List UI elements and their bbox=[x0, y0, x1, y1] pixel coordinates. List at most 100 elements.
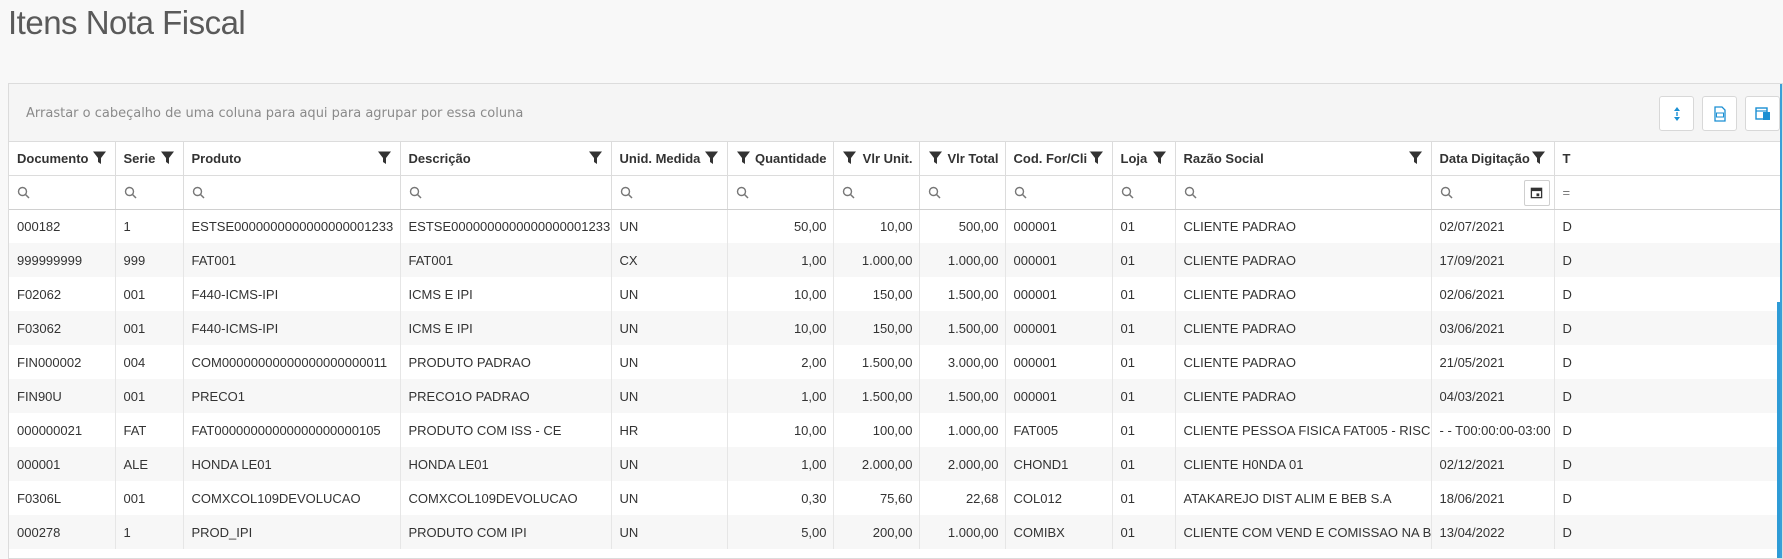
table-cell: 1.000,00 bbox=[919, 243, 1006, 277]
table-cell: 1.500,00 bbox=[919, 311, 1006, 345]
filter-icon[interactable] bbox=[928, 150, 943, 165]
table-cell: CLIENTE PADRAO bbox=[1175, 379, 1432, 413]
filter-icon[interactable] bbox=[1408, 150, 1423, 165]
column-header[interactable]: Cod. For/Cli bbox=[1005, 142, 1113, 176]
column-chooser-button[interactable] bbox=[1745, 96, 1780, 131]
column-header-label: Loja bbox=[1120, 150, 1148, 166]
filter-icon[interactable] bbox=[704, 150, 719, 165]
filter-icon[interactable] bbox=[92, 150, 107, 165]
table-row[interactable]: FIN90U 001 PRECO1 PRECO1O PADRAO UN 1,00 1.500… bbox=[9, 379, 1782, 413]
table-cell: 1.500,00 bbox=[919, 277, 1006, 311]
column-filter-cell[interactable] bbox=[1431, 175, 1555, 210]
column-filter-cell[interactable] bbox=[115, 175, 184, 210]
column-header[interactable]: Razão Social bbox=[1175, 142, 1432, 176]
csv-file-icon bbox=[1713, 105, 1726, 122]
table-row[interactable]: 000182 1 ESTSE0000000000000000001233 ESTSE0… bbox=[9, 209, 1782, 243]
table-cell: D bbox=[1554, 345, 1782, 379]
column-header[interactable]: Descrição bbox=[400, 142, 612, 176]
column-filter-cell[interactable] bbox=[9, 175, 116, 210]
table-cell: UN bbox=[611, 209, 728, 243]
column-filter-cell[interactable] bbox=[611, 175, 728, 210]
filter-row: = bbox=[9, 175, 1782, 210]
table-cell: 1.500,00 bbox=[833, 345, 920, 379]
filter-icon[interactable] bbox=[377, 150, 392, 165]
table-cell: 0,30 bbox=[727, 481, 834, 515]
search-icon bbox=[1440, 186, 1453, 199]
search-icon bbox=[124, 186, 137, 199]
table-cell: HONDA LE01 bbox=[183, 447, 401, 481]
column-filter-cell[interactable] bbox=[727, 175, 834, 210]
filter-icon[interactable] bbox=[736, 150, 751, 165]
column-filter-cell[interactable]: = bbox=[1554, 175, 1782, 210]
table-row[interactable]: 000278 1 PROD_IPI PRODUTO COM IPI UN 5,00 200,… bbox=[9, 515, 1782, 549]
column-filter-cell[interactable] bbox=[1005, 175, 1113, 210]
search-icon bbox=[1184, 186, 1197, 199]
table-cell: 01 bbox=[1112, 413, 1176, 447]
vertical-scrollbar[interactable] bbox=[1777, 302, 1780, 558]
column-header[interactable]: Data Digitação bbox=[1431, 142, 1555, 176]
column-filter-cell[interactable] bbox=[183, 175, 401, 210]
table-cell: 10,00 bbox=[727, 277, 834, 311]
table-row[interactable]: F03062 001 F440-ICMS-IPI ICMS E IPI UN 10,00 1… bbox=[9, 311, 1782, 345]
column-header[interactable]: Quantidade bbox=[727, 142, 834, 176]
column-header[interactable]: Serie bbox=[115, 142, 184, 176]
table-cell: F02062 bbox=[9, 277, 116, 311]
column-header[interactable]: Vlr Total bbox=[919, 142, 1006, 176]
column-header-label: Razão Social bbox=[1183, 150, 1264, 166]
column-header-label: Quantidade bbox=[754, 150, 827, 166]
search-icon bbox=[1014, 186, 1027, 199]
group-panel[interactable]: Arrastar o cabeçalho de uma coluna para … bbox=[9, 84, 1782, 142]
table-cell: UN bbox=[611, 277, 728, 311]
table-cell: ATAKAREJO DIST ALIM E BEB S.A bbox=[1175, 481, 1432, 515]
expand-rows-button[interactable] bbox=[1659, 96, 1694, 131]
column-header[interactable]: Produto bbox=[183, 142, 401, 176]
filter-icon[interactable] bbox=[1152, 150, 1167, 165]
table-cell: 1 bbox=[115, 209, 184, 243]
filter-icon[interactable] bbox=[1531, 150, 1546, 165]
table-row[interactable]: 000000021 FAT FAT00000000000000000000105 PR… bbox=[9, 413, 1782, 447]
table-cell: PRODUTO COM ISS - CE bbox=[400, 413, 612, 447]
column-header[interactable]: Unid. Medida bbox=[611, 142, 728, 176]
table-cell: UN bbox=[611, 345, 728, 379]
filter-icon[interactable] bbox=[1089, 150, 1104, 165]
table-cell: ESTSE0000000000000000001233 bbox=[183, 209, 401, 243]
columns-icon bbox=[1754, 106, 1770, 120]
table-cell: 1.000,00 bbox=[833, 243, 920, 277]
search-icon bbox=[409, 186, 422, 199]
table-cell: 000278 bbox=[9, 515, 116, 549]
column-header[interactable]: Vlr Unit. bbox=[833, 142, 920, 176]
column-header-label: Documento bbox=[17, 150, 89, 166]
table-cell: F03062 bbox=[9, 311, 116, 345]
table-cell: 02/12/2021 bbox=[1431, 447, 1555, 481]
filter-icon[interactable] bbox=[588, 150, 603, 165]
column-header[interactable]: Documento bbox=[9, 142, 116, 176]
filter-icon[interactable] bbox=[160, 150, 175, 165]
table-row[interactable]: 000001 ALE HONDA LE01 HONDA LE01 UN 1,00 2.000… bbox=[9, 447, 1782, 481]
table-cell: 1 bbox=[115, 515, 184, 549]
column-header-label: Produto bbox=[191, 150, 242, 166]
column-filter-cell[interactable] bbox=[919, 175, 1006, 210]
table-cell: 1,00 bbox=[727, 379, 834, 413]
table-cell: 001 bbox=[115, 481, 184, 515]
table-row[interactable]: F0306L 001 COMXCOL109DEVOLUCAO COMXCOL109DE… bbox=[9, 481, 1782, 515]
table-cell: 01 bbox=[1112, 209, 1176, 243]
column-header[interactable]: T bbox=[1554, 142, 1782, 176]
table-cell: 1.000,00 bbox=[919, 413, 1006, 447]
export-csv-button[interactable] bbox=[1702, 96, 1737, 131]
table-cell: PRECO1 bbox=[183, 379, 401, 413]
calendar-button[interactable] bbox=[1523, 179, 1550, 206]
table-row[interactable]: FIN000002 004 COM00000000000000000000011 PR… bbox=[9, 345, 1782, 379]
table-cell: 3.000,00 bbox=[919, 345, 1006, 379]
column-filter-cell[interactable] bbox=[1175, 175, 1432, 210]
column-filter-cell[interactable] bbox=[400, 175, 612, 210]
table-cell: COMIBX bbox=[1005, 515, 1113, 549]
table-cell: COMXCOL109DEVOLUCAO bbox=[183, 481, 401, 515]
column-filter-cell[interactable] bbox=[1112, 175, 1176, 210]
filter-icon[interactable] bbox=[842, 150, 857, 165]
column-header[interactable]: Loja bbox=[1112, 142, 1176, 176]
table-row[interactable]: F02062 001 F440-ICMS-IPI ICMS E IPI UN 10,00 1… bbox=[9, 277, 1782, 311]
table-cell: FAT001 bbox=[400, 243, 612, 277]
table-row[interactable]: 999999999 999 FAT001 FAT001 CX 1,00 1.000,00 1.… bbox=[9, 243, 1782, 277]
column-filter-cell[interactable] bbox=[833, 175, 920, 210]
table-cell: FAT005 bbox=[1005, 413, 1113, 447]
